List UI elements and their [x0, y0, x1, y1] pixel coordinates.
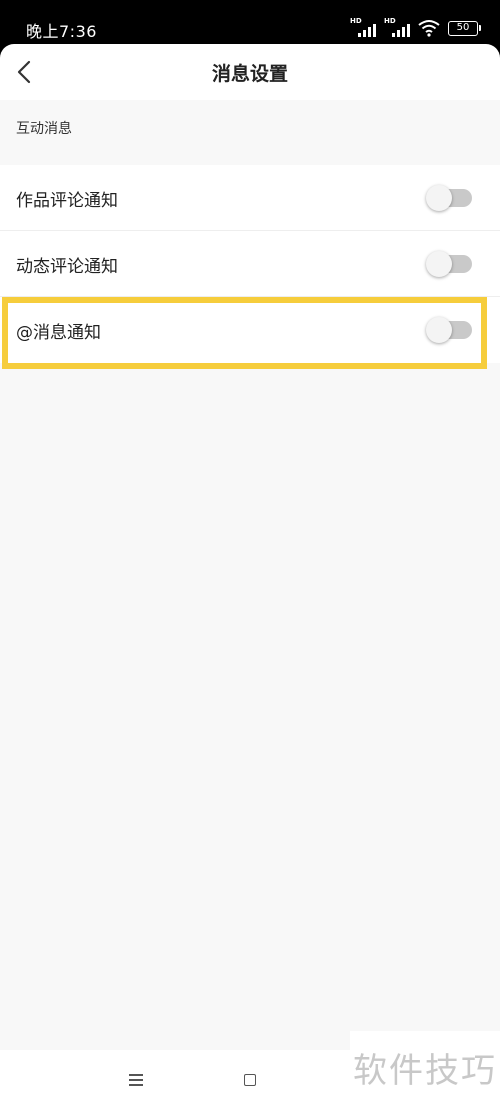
toggle-switch[interactable] — [426, 185, 472, 211]
setting-row-work-comments: 作品评论通知 — [0, 165, 500, 231]
setting-label: @消息通知 — [16, 323, 101, 343]
setting-row-mentions: @消息通知 — [0, 297, 500, 363]
toggle-switch[interactable] — [426, 317, 472, 343]
toggle-knob — [426, 251, 452, 277]
settings-list: 作品评论通知 动态评论通知 @消息通知 — [0, 165, 500, 363]
toggle-knob — [426, 185, 452, 211]
watermark: 软件技巧 — [350, 1031, 500, 1111]
menu-icon[interactable] — [129, 1074, 143, 1086]
battery-level: 50 — [456, 21, 470, 33]
signal-icon: HD — [350, 17, 376, 38]
settings-screen: 晚上7:36 HD HD 50 消息设置 互动消息 作品评论通知 动态评论通知 … — [0, 0, 500, 1111]
signal-icon: HD — [384, 17, 410, 38]
wifi-icon — [418, 20, 440, 37]
section-label: 互动消息 — [16, 121, 72, 137]
page-title: 消息设置 — [211, 63, 288, 85]
battery-icon: 50 — [448, 20, 481, 36]
toggle-knob — [426, 317, 452, 343]
setting-label: 作品评论通知 — [16, 191, 118, 211]
setting-label: 动态评论通知 — [16, 257, 118, 277]
toggle-switch[interactable] — [426, 251, 472, 277]
home-icon[interactable] — [244, 1074, 256, 1086]
status-time: 晚上7:36 — [26, 22, 97, 41]
setting-row-post-comments: 动态评论通知 — [0, 231, 500, 297]
status-icons: HD HD 50 — [350, 17, 481, 39]
app-header: 消息设置 — [0, 44, 500, 100]
